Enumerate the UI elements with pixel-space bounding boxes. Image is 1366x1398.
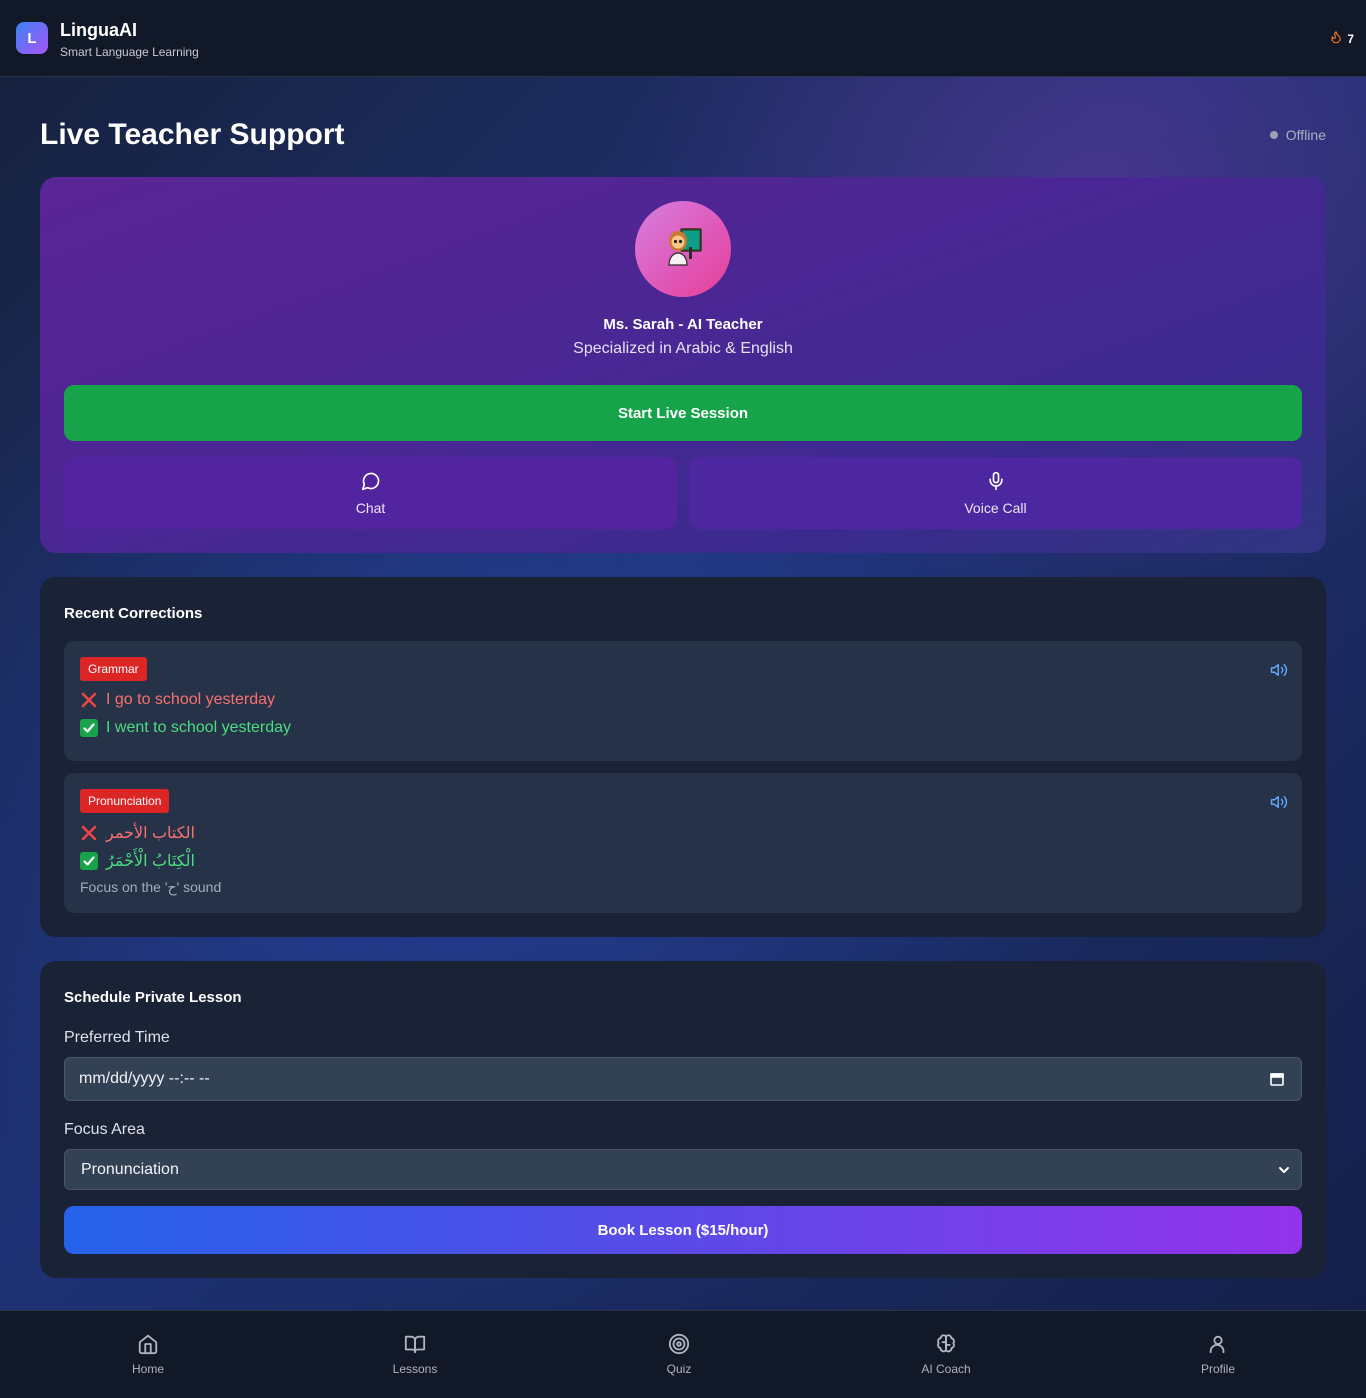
nav-ai-coach-label: AI Coach	[921, 1362, 971, 1376]
bottom-navigation: Home Lessons Quiz AI Coach Profile	[0, 1310, 1366, 1398]
teacher-card: Ms. Sarah - AI Teacher Specialized in Ar…	[40, 177, 1326, 553]
correction-tag: Grammar	[80, 657, 147, 681]
right-line: الْكِتَابُ الْأَحْمَرُ	[80, 851, 195, 871]
teacher-icon	[661, 225, 705, 274]
cross-icon	[80, 691, 98, 709]
voice-call-label: Voice Call	[964, 499, 1027, 516]
speaker-icon[interactable]	[1270, 793, 1288, 811]
book-icon	[404, 1333, 426, 1358]
checkmark-icon	[80, 852, 98, 870]
correction-item: Grammar I go to school yesterday I went …	[64, 641, 1302, 761]
user-icon	[1207, 1333, 1229, 1358]
checkmark-icon	[80, 719, 98, 737]
wrong-sentence: الكتاب الأحمر	[106, 825, 195, 842]
correction-tag: Pronunciation	[80, 789, 170, 813]
correction-item: Pronunciation الكتاب الأحمر الْكِتَابُ ا…	[64, 773, 1302, 913]
recent-corrections-card: Recent Corrections Grammar I go to schoo…	[40, 577, 1326, 937]
teacher-name: Ms. Sarah - AI Teacher	[603, 316, 763, 333]
preferred-time-label: Preferred Time	[64, 1029, 170, 1046]
calendar-icon[interactable]	[1269, 1071, 1285, 1087]
nav-lessons[interactable]: Lessons	[355, 1333, 475, 1376]
nav-home[interactable]: Home	[88, 1333, 208, 1376]
microphone-icon	[986, 471, 1006, 494]
focus-area-select[interactable]: Pronunciation	[64, 1149, 1302, 1190]
corrections-title: Recent Corrections	[64, 605, 203, 622]
book-lesson-button[interactable]: Book Lesson ($15/hour)	[64, 1206, 1302, 1254]
nav-profile-label: Profile	[1200, 1362, 1235, 1376]
correct-sentence: I went to school yesterday	[106, 719, 291, 736]
schedule-lesson-card: Schedule Private Lesson Preferred Time m…	[40, 961, 1326, 1278]
streak-counter[interactable]: 7	[1329, 30, 1354, 47]
time-input-value: mm/dd/yyyy --:-- --	[79, 1070, 210, 1087]
nav-quiz[interactable]: Quiz	[619, 1333, 739, 1376]
app-subtitle: Smart Language Learning	[60, 45, 199, 59]
cross-icon	[80, 824, 98, 842]
speaker-icon[interactable]	[1270, 661, 1288, 679]
wrong-sentence: I go to school yesterday	[106, 691, 275, 708]
teacher-specialization: Specialized in Arabic & English	[573, 340, 793, 357]
preferred-time-input[interactable]: mm/dd/yyyy --:-- --	[64, 1057, 1302, 1101]
correction-note: Focus on the 'ح' sound	[80, 879, 222, 895]
right-line: I went to school yesterday	[80, 719, 291, 737]
nav-profile[interactable]: Profile	[1158, 1333, 1278, 1376]
nav-home-label: Home	[131, 1362, 164, 1376]
chat-label: Chat	[355, 499, 386, 516]
flame-icon	[1329, 30, 1343, 47]
start-live-session-button[interactable]: Start Live Session	[64, 385, 1302, 441]
nav-lessons-label: Lessons	[392, 1362, 438, 1376]
voice-call-button[interactable]: Voice Call	[689, 457, 1302, 529]
wrong-line: I go to school yesterday	[80, 691, 275, 709]
focus-area-value: Pronunciation	[81, 1160, 179, 1178]
teacher-avatar	[635, 201, 731, 297]
app-title: LinguaAI	[60, 20, 137, 40]
focus-area-label: Focus Area	[64, 1121, 145, 1138]
streak-count: 7	[1347, 31, 1354, 46]
nav-ai-coach[interactable]: AI Coach	[886, 1333, 1006, 1376]
chat-bubble-icon	[361, 471, 381, 494]
status-dot	[1269, 131, 1278, 139]
correct-sentence: الْكِتَابُ الْأَحْمَرُ	[106, 853, 195, 870]
home-icon	[137, 1333, 159, 1358]
chat-button[interactable]: Chat	[64, 457, 677, 529]
top-bar: L LinguaAI Smart Language Learning 7	[0, 0, 1366, 77]
nav-quiz-label: Quiz	[666, 1362, 692, 1376]
target-icon	[668, 1333, 690, 1358]
app-logo[interactable]: L	[16, 22, 48, 54]
brain-icon	[935, 1333, 957, 1358]
status-indicator: Offline	[1269, 127, 1326, 143]
status-text: Offline	[1285, 127, 1326, 143]
wrong-line: الكتاب الأحمر	[80, 823, 195, 843]
page-title: Live Teacher Support	[40, 118, 345, 151]
schedule-title: Schedule Private Lesson	[64, 989, 242, 1006]
chevron-down-icon	[1277, 1163, 1291, 1177]
